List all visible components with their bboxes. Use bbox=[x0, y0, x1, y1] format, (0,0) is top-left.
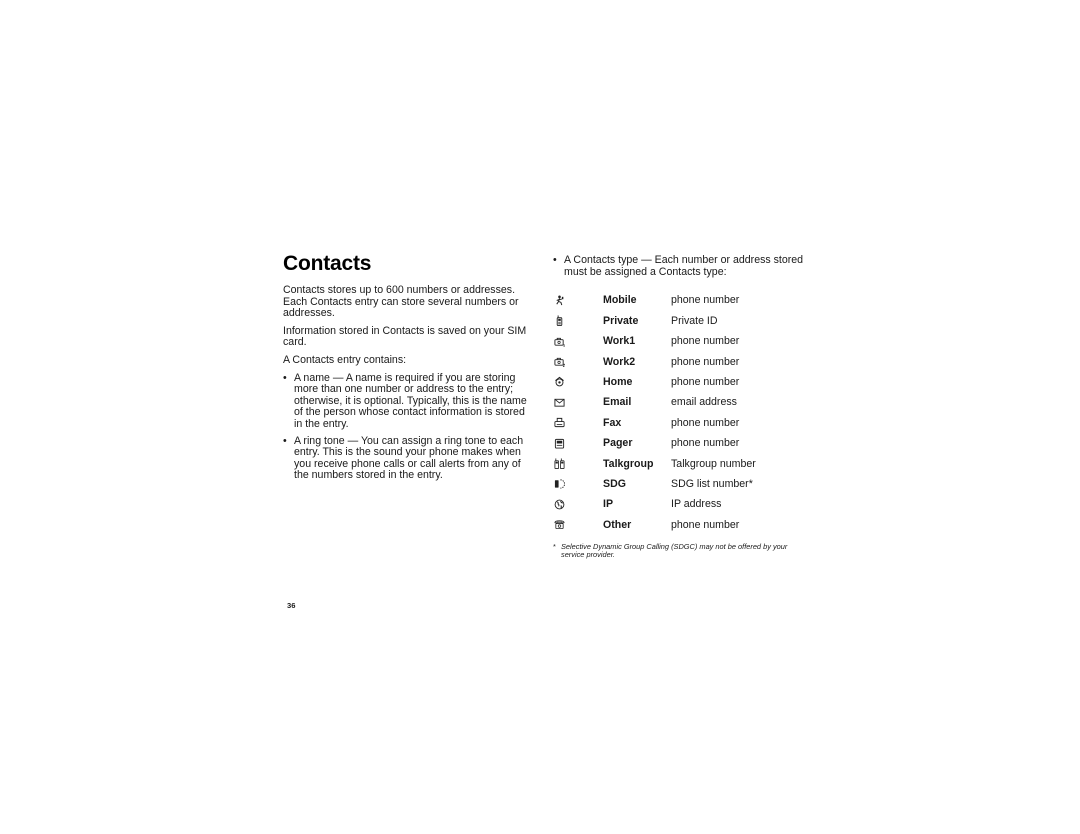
contact-type-row: Work1 phone number bbox=[554, 331, 813, 351]
fax-icon bbox=[554, 417, 603, 428]
contact-type-name: Talkgroup bbox=[603, 457, 654, 470]
contact-type-name: Email bbox=[603, 396, 632, 409]
page-number: 36 bbox=[287, 601, 296, 610]
contact-type-row: Work2 phone number bbox=[554, 351, 813, 371]
work1-icon bbox=[554, 336, 603, 347]
contact-type-name: Work2 bbox=[603, 355, 636, 368]
bullet: • bbox=[553, 254, 557, 266]
ip-globe-icon bbox=[554, 499, 603, 510]
list-item-text: A ring tone — You can assign a ring tone… bbox=[294, 434, 524, 482]
list-item-text: A Contacts type — Each number or address… bbox=[564, 254, 804, 278]
bullet: • bbox=[283, 434, 287, 447]
telephone-icon bbox=[554, 519, 603, 530]
left-column: Contacts Contacts stores up to 600 numbe… bbox=[283, 252, 533, 487]
list-item: • A name — A name is required if you are… bbox=[283, 371, 533, 431]
contact-type-row: Pager phone number bbox=[554, 433, 813, 453]
contact-type-row: IP IP address bbox=[554, 494, 813, 514]
contact-type-desc: email address bbox=[671, 396, 737, 409]
sdg-icon bbox=[554, 478, 603, 489]
contact-type-row: Fax phone number bbox=[554, 413, 813, 433]
contact-type-name: IP bbox=[603, 498, 614, 511]
contact-type-desc: phone number bbox=[671, 437, 740, 450]
right-column: • A Contacts type — Each number or addre… bbox=[553, 254, 813, 560]
email-icon bbox=[554, 397, 603, 408]
contact-type-row: Mobile phone number bbox=[554, 290, 813, 310]
type-intro-list: • A Contacts type — Each number or addre… bbox=[553, 254, 813, 278]
contact-type-name: Private bbox=[603, 314, 639, 327]
contact-type-desc: SDG list number* bbox=[671, 477, 753, 490]
bullet: • bbox=[283, 371, 287, 384]
contact-type-row: SDG SDG list number* bbox=[554, 474, 813, 494]
contact-type-row: Talkgroup Talkgroup number bbox=[554, 453, 813, 473]
footnote-marker: * bbox=[553, 541, 556, 551]
contact-type-row: Other phone number bbox=[554, 514, 813, 534]
contact-type-desc: phone number bbox=[671, 355, 740, 368]
pager-icon bbox=[554, 438, 603, 449]
contact-type-row: Home phone number bbox=[554, 372, 813, 392]
entry-contents-list: • A name — A name is required if you are… bbox=[283, 371, 533, 482]
contact-type-row: Email email address bbox=[554, 392, 813, 412]
home-icon bbox=[554, 376, 603, 387]
contact-type-desc: phone number bbox=[671, 294, 740, 307]
contact-type-desc: phone number bbox=[671, 375, 740, 388]
contact-type-desc: Private ID bbox=[671, 314, 718, 327]
contact-type-desc: IP address bbox=[671, 498, 722, 511]
contact-type-row: Private Private ID bbox=[554, 311, 813, 331]
contact-type-name: Pager bbox=[603, 437, 633, 450]
intro-paragraph: A Contacts entry contains: bbox=[283, 353, 407, 366]
contact-type-name: Mobile bbox=[603, 294, 637, 307]
footnote: * Selective Dynamic Group Calling (SDGC)… bbox=[553, 541, 801, 560]
contact-type-name: Fax bbox=[603, 416, 622, 429]
private-icon bbox=[554, 315, 603, 327]
contact-type-name: Work1 bbox=[603, 335, 636, 348]
contact-type-desc: phone number bbox=[671, 335, 740, 348]
list-item: • A ring tone — You can assign a ring to… bbox=[283, 434, 533, 482]
footnote-text: Selective Dynamic Group Calling (SDGC) m… bbox=[561, 541, 788, 560]
contact-type-desc: Talkgroup number bbox=[671, 457, 756, 470]
list-item: • A Contacts type — Each number or addre… bbox=[553, 254, 813, 278]
contact-type-desc: phone number bbox=[671, 518, 740, 531]
talkgroup-icon bbox=[554, 458, 603, 469]
contact-type-name: SDG bbox=[603, 477, 626, 490]
contact-type-name: Home bbox=[603, 375, 633, 388]
contact-type-name: Other bbox=[603, 518, 632, 531]
manual-page: Contacts Contacts stores up to 600 numbe… bbox=[0, 0, 1080, 834]
mobile-icon bbox=[554, 295, 603, 306]
contact-types-table: Mobile phone number Private Private ID W… bbox=[554, 290, 813, 535]
intro-paragraph: Contacts stores up to 600 numbers or add… bbox=[283, 284, 519, 320]
list-item-text: A name — A name is required if you are s… bbox=[294, 371, 527, 430]
work2-icon bbox=[554, 356, 603, 368]
page-title: Contacts bbox=[283, 252, 372, 275]
contact-type-desc: phone number bbox=[671, 416, 740, 429]
intro-paragraph: Information stored in Contacts is saved … bbox=[283, 324, 527, 349]
